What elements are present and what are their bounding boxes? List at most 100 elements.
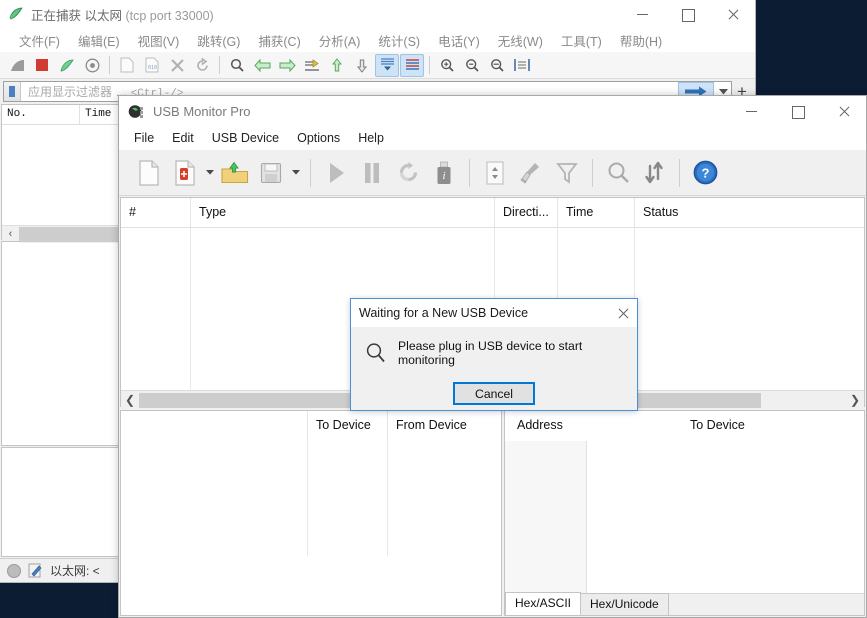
toolbar-separator bbox=[429, 56, 430, 74]
usbmon-data-panel[interactable]: Address To Device Hex/ASCII Hex/Unicode bbox=[504, 410, 865, 616]
usbmon-titlebar[interactable]: USB Monitor Pro bbox=[119, 96, 866, 126]
save-file-icon[interactable]: 010 bbox=[140, 54, 164, 77]
usbmon-menu-options[interactable]: Options bbox=[288, 128, 349, 148]
desktop: 正在捕获 以太网 (tcp port 33000) 文件(F) 编辑(E) 视图… bbox=[0, 0, 867, 618]
svg-text:i: i bbox=[442, 170, 445, 182]
ws-menu-statistics[interactable]: 统计(S) bbox=[369, 28, 429, 53]
open-folder-icon[interactable] bbox=[217, 155, 253, 191]
zoom-out-icon[interactable] bbox=[460, 54, 484, 77]
usbmon-menu-edit[interactable]: Edit bbox=[163, 128, 203, 148]
waiting-usb-device-dialog: Waiting for a New USB Device Please plug… bbox=[350, 298, 638, 411]
ws-menu-view[interactable]: 视图(V) bbox=[129, 28, 189, 53]
ws-menu-wireless[interactable]: 无线(W) bbox=[489, 28, 552, 53]
colorize-icon[interactable] bbox=[400, 53, 424, 77]
open-file-icon[interactable] bbox=[115, 54, 139, 77]
ws-menu-edit[interactable]: 编辑(E) bbox=[69, 28, 129, 53]
refresh-icon[interactable] bbox=[390, 155, 426, 191]
filter-bookmark-icon[interactable] bbox=[4, 82, 21, 101]
wireshark-maximize-button[interactable] bbox=[665, 0, 710, 28]
zoom-reset-icon[interactable] bbox=[485, 54, 509, 77]
save-chevron-down-icon[interactable] bbox=[289, 155, 303, 191]
ws-menu-help[interactable]: 帮助(H) bbox=[611, 28, 671, 53]
dialog-body: Please plug in USB device to start monit… bbox=[351, 327, 637, 410]
col-from-device[interactable]: From Device bbox=[388, 411, 501, 441]
data-panel-body[interactable] bbox=[505, 441, 864, 593]
dialog-titlebar[interactable]: Waiting for a New USB Device bbox=[351, 299, 637, 327]
zoom-in-icon[interactable] bbox=[435, 54, 459, 77]
help-icon[interactable]: ? bbox=[687, 155, 723, 191]
pause-icon[interactable] bbox=[354, 155, 390, 191]
restart-capture-icon[interactable] bbox=[55, 54, 79, 77]
go-forward-icon[interactable] bbox=[275, 54, 299, 77]
capture-options-icon[interactable] bbox=[80, 54, 104, 77]
reload-file-icon[interactable] bbox=[190, 54, 214, 77]
col-type[interactable]: Type bbox=[191, 198, 495, 227]
expert-info-icon[interactable] bbox=[28, 563, 43, 578]
ws-menu-analyze[interactable]: 分析(A) bbox=[310, 28, 370, 53]
start-icon[interactable] bbox=[318, 155, 354, 191]
ws-menu-go[interactable]: 跳转(G) bbox=[188, 28, 249, 53]
data-panel-header: Address To Device bbox=[505, 411, 864, 441]
ws-menu-tools[interactable]: 工具(T) bbox=[552, 28, 611, 53]
go-first-packet-icon[interactable] bbox=[325, 54, 349, 77]
usbmon-maximize-button[interactable] bbox=[774, 96, 820, 126]
packet-col-no[interactable]: No. bbox=[2, 105, 80, 124]
col-to-device-data[interactable]: To Device bbox=[577, 411, 864, 441]
tab-hex-unicode[interactable]: Hex/Unicode bbox=[580, 593, 669, 615]
save-icon[interactable] bbox=[253, 155, 289, 191]
new-monitor-chevron-down-icon[interactable] bbox=[203, 155, 217, 191]
col-address[interactable]: Address bbox=[505, 411, 577, 441]
usbmon-summary-panel[interactable]: To Device From Device bbox=[120, 410, 502, 616]
auto-scroll-icon[interactable] bbox=[375, 53, 399, 77]
column-divider bbox=[387, 441, 388, 556]
go-last-packet-icon[interactable] bbox=[350, 54, 374, 77]
search-icon[interactable] bbox=[600, 155, 636, 191]
usb-info-icon[interactable]: i bbox=[426, 155, 462, 191]
toolbar-separator bbox=[679, 158, 680, 187]
resize-columns-icon[interactable] bbox=[510, 54, 534, 77]
summary-panel-rows[interactable] bbox=[121, 441, 501, 556]
col-index[interactable]: # bbox=[121, 198, 191, 227]
start-capture-icon[interactable] bbox=[5, 54, 29, 77]
col-time[interactable]: Time bbox=[558, 198, 635, 227]
dialog-cancel-button[interactable]: Cancel bbox=[453, 382, 535, 405]
col-to-device[interactable]: To Device bbox=[308, 411, 388, 441]
close-file-icon[interactable] bbox=[165, 54, 189, 77]
scroll-right-arrow-icon[interactable]: ❯ bbox=[846, 393, 864, 407]
col-status[interactable]: Status bbox=[635, 198, 864, 227]
wireshark-window-controls bbox=[620, 0, 755, 28]
dialog-message: Please plug in USB device to start monit… bbox=[398, 339, 583, 367]
tab-hex-ascii[interactable]: Hex/ASCII bbox=[505, 592, 582, 615]
stop-capture-icon[interactable] bbox=[30, 54, 54, 77]
scroll-left-arrow-icon[interactable]: ❮ bbox=[121, 393, 139, 407]
wireshark-minimize-button[interactable] bbox=[620, 0, 665, 28]
col-summary-blank[interactable] bbox=[121, 411, 308, 441]
wireshark-titlebar[interactable]: 正在捕获 以太网 (tcp port 33000) bbox=[0, 0, 755, 28]
clear-broom-icon[interactable] bbox=[513, 155, 549, 191]
usbmon-menu-help[interactable]: Help bbox=[349, 128, 393, 148]
dialog-close-button[interactable] bbox=[607, 299, 637, 327]
new-monitor-icon[interactable] bbox=[167, 155, 203, 191]
new-session-icon[interactable] bbox=[131, 155, 167, 191]
filter-funnel-icon[interactable] bbox=[549, 155, 585, 191]
page-setup-icon[interactable] bbox=[477, 155, 513, 191]
find-packet-icon[interactable] bbox=[225, 54, 249, 77]
scroll-left-arrow-icon[interactable]: ‹ bbox=[2, 228, 19, 240]
go-to-packet-icon[interactable] bbox=[300, 54, 324, 77]
usbmon-minimize-button[interactable] bbox=[728, 96, 774, 126]
sort-icon[interactable] bbox=[636, 155, 672, 191]
wireshark-close-button[interactable] bbox=[710, 0, 755, 28]
go-back-icon[interactable] bbox=[250, 54, 274, 77]
ws-menu-file[interactable]: 文件(F) bbox=[10, 28, 69, 53]
wireshark-title: 正在捕获 以太网 (tcp port 33000) bbox=[31, 8, 214, 23]
wireshark-menubar: 文件(F) 编辑(E) 视图(V) 跳转(G) 捕获(C) 分析(A) 统计(S… bbox=[0, 28, 755, 52]
usbmon-menu-usb-device[interactable]: USB Device bbox=[203, 128, 288, 148]
col-direction[interactable]: Directi... bbox=[495, 198, 558, 227]
capture-status-circle-icon[interactable] bbox=[7, 563, 21, 578]
usbmon-close-button[interactable] bbox=[820, 96, 866, 126]
usbmon-window-controls bbox=[728, 96, 866, 126]
usbmon-menu-file[interactable]: File bbox=[125, 128, 163, 148]
toolbar-separator bbox=[310, 158, 311, 187]
ws-menu-telephony[interactable]: 电话(Y) bbox=[429, 28, 489, 53]
ws-menu-capture[interactable]: 捕获(C) bbox=[249, 28, 309, 53]
